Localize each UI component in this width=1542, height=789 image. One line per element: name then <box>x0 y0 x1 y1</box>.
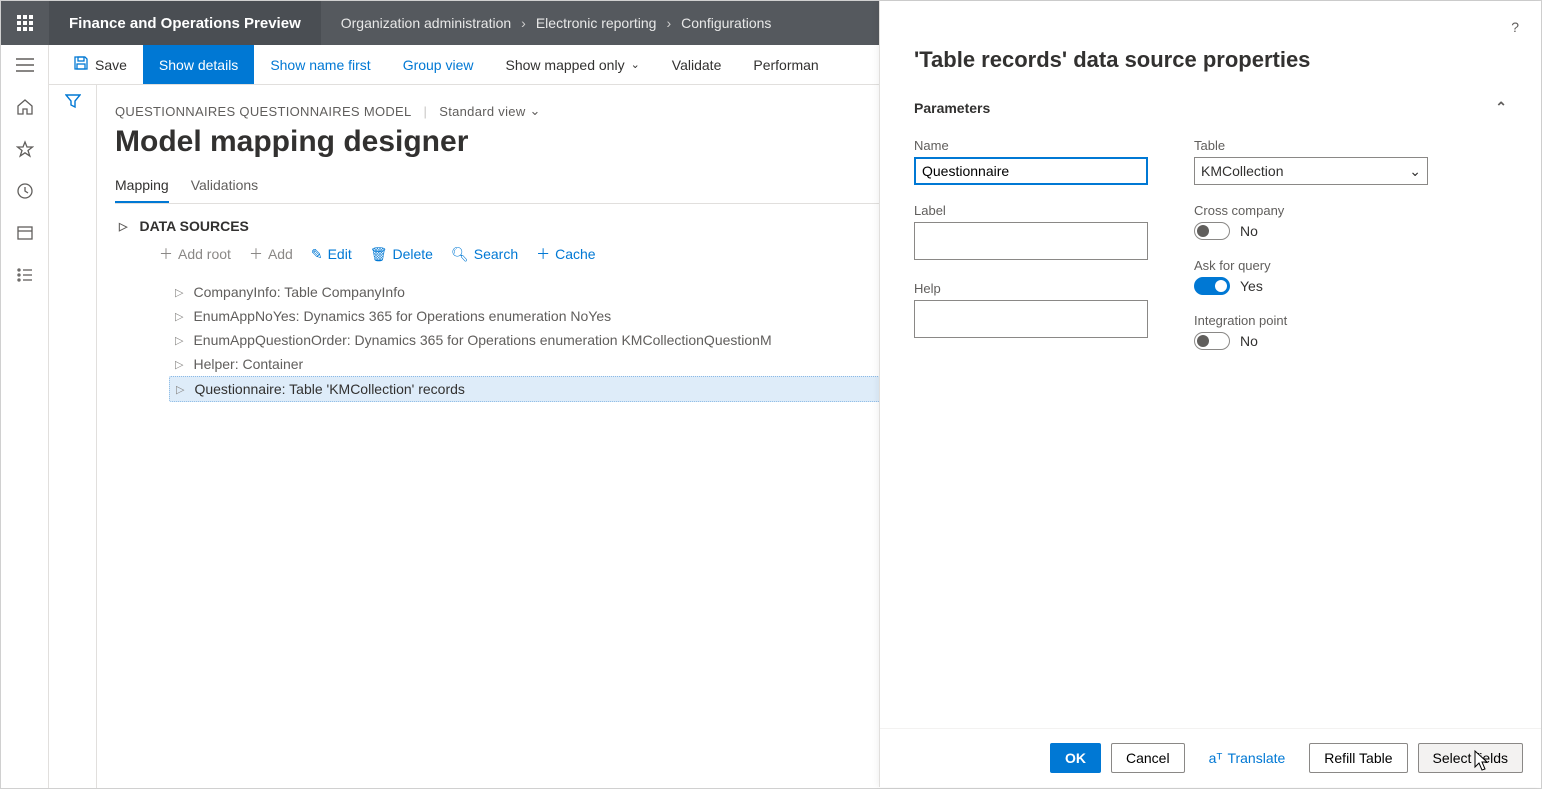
chevron-down-icon: ⌄ <box>631 58 640 71</box>
breadcrumb-item[interactable]: Configurations <box>681 15 771 31</box>
panel-footer: OK Cancel aᵀ Translate Refill Table Sele… <box>880 728 1541 787</box>
chevron-right-icon: › <box>666 15 671 31</box>
hamburger-icon[interactable] <box>13 53 37 77</box>
panel-title: 'Table records' data source properties <box>914 47 1507 73</box>
save-label: Save <box>95 57 127 73</box>
select-fields-button[interactable]: Select fields <box>1418 743 1523 773</box>
ask-query-toggle[interactable] <box>1194 277 1230 295</box>
name-input[interactable] <box>914 157 1148 185</box>
plus-icon: ＋ <box>159 244 173 264</box>
ask-query-label: Ask for query <box>1194 258 1428 273</box>
ok-button[interactable]: OK <box>1050 743 1101 773</box>
search-icon: 🔍︎ <box>451 246 469 263</box>
triangle-right-icon[interactable]: ▷ <box>119 220 127 233</box>
table-value: KMCollection <box>1201 163 1283 179</box>
translate-button[interactable]: aᵀ Translate <box>1195 743 1300 773</box>
properties-panel: ? 'Table records' data source properties… <box>879 1 1541 787</box>
refill-table-button[interactable]: Refill Table <box>1309 743 1407 773</box>
ask-query-value: Yes <box>1240 278 1263 294</box>
plus-icon: ＋ <box>536 244 550 264</box>
pencil-icon: ✎ <box>311 246 323 263</box>
star-icon[interactable] <box>13 137 37 161</box>
triangle-right-icon: ▷ <box>175 334 183 347</box>
table-select[interactable]: KMCollection ⌄ <box>1194 157 1428 185</box>
name-label: Name <box>914 138 1148 153</box>
save-icon <box>73 55 89 74</box>
filter-column <box>49 85 97 788</box>
chevron-right-icon: › <box>521 15 526 31</box>
list-icon[interactable] <box>13 263 37 287</box>
breadcrumb: Organization administration › Electronic… <box>321 1 792 45</box>
label-label: Label <box>914 203 1148 218</box>
view-selector[interactable]: Standard view ⌄ <box>439 103 540 119</box>
parameters-heading: Parameters <box>914 100 990 116</box>
filter-icon[interactable] <box>65 93 81 788</box>
show-mapped-only-button[interactable]: Show mapped only ⌄ <box>490 45 656 84</box>
group-view-button[interactable]: Group view <box>387 45 490 84</box>
delete-button[interactable]: 🗑Delete <box>370 244 433 264</box>
triangle-right-icon: ▷ <box>175 286 183 299</box>
translate-icon: aᵀ <box>1209 750 1223 766</box>
module-icon[interactable] <box>13 221 37 245</box>
chevron-down-icon: ⌄ <box>530 103 541 119</box>
integration-value: No <box>1240 333 1258 349</box>
home-icon[interactable] <box>13 95 37 119</box>
app-launcher-icon[interactable] <box>1 1 49 45</box>
tab-validations[interactable]: Validations <box>191 177 258 203</box>
show-mapped-only-label: Show mapped only <box>506 57 625 73</box>
help-input[interactable] <box>914 300 1148 338</box>
trash-icon: 🗑 <box>370 246 388 263</box>
cross-company-label: Cross company <box>1194 203 1428 218</box>
table-label: Table <box>1194 138 1428 153</box>
cache-button[interactable]: ＋Cache <box>536 244 595 264</box>
label-input[interactable] <box>914 222 1148 260</box>
app-title: Finance and Operations Preview <box>49 1 321 45</box>
left-rail <box>1 45 49 788</box>
save-button[interactable]: Save <box>57 45 143 84</box>
show-details-button[interactable]: Show details <box>143 45 254 84</box>
cancel-button[interactable]: Cancel <box>1111 743 1185 773</box>
show-name-first-button[interactable]: Show name first <box>254 45 386 84</box>
tab-mapping[interactable]: Mapping <box>115 177 169 203</box>
edit-button[interactable]: ✎Edit <box>311 244 352 264</box>
breadcrumb-item[interactable]: Organization administration <box>341 15 511 31</box>
clock-icon[interactable] <box>13 179 37 203</box>
integration-label: Integration point <box>1194 313 1428 328</box>
data-sources-heading: DATA SOURCES <box>139 218 248 234</box>
cross-company-value: No <box>1240 223 1258 239</box>
plus-icon: ＋ <box>249 244 263 264</box>
validate-button[interactable]: Validate <box>656 45 738 84</box>
add-button[interactable]: ＋Add <box>249 244 293 264</box>
integration-toggle[interactable] <box>1194 332 1230 350</box>
help-label: Help <box>914 281 1148 296</box>
add-root-button[interactable]: ＋Add root <box>159 244 231 264</box>
breadcrumb-item[interactable]: Electronic reporting <box>536 15 657 31</box>
search-button[interactable]: 🔍︎Search <box>451 244 518 264</box>
collapse-icon[interactable]: ⌃ <box>1495 99 1507 116</box>
triangle-right-icon: ▷ <box>175 310 183 323</box>
triangle-right-icon: ▷ <box>176 383 184 396</box>
help-icon[interactable]: ? <box>1511 19 1519 35</box>
performance-button[interactable]: Performan <box>737 45 834 84</box>
chevron-down-icon: ⌄ <box>1409 163 1421 180</box>
triangle-right-icon: ▷ <box>175 358 183 371</box>
page-crumb-text: QUESTIONNAIRES QUESTIONNAIRES MODEL <box>115 104 412 119</box>
view-label: Standard view <box>439 104 525 119</box>
cross-company-toggle[interactable] <box>1194 222 1230 240</box>
divider: | <box>424 104 428 119</box>
